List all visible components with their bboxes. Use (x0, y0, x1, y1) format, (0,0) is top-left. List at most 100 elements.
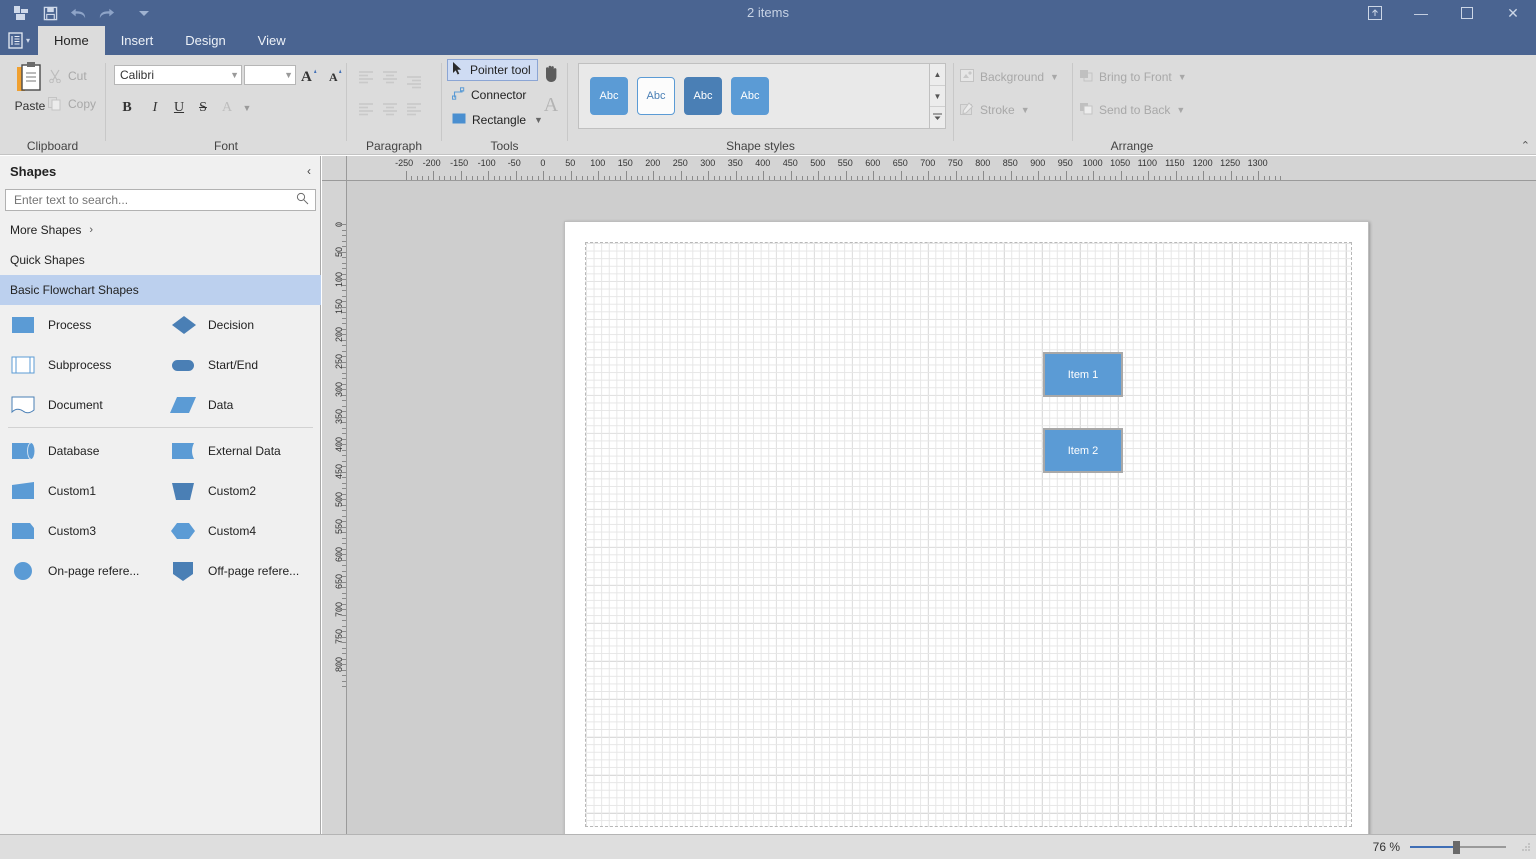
ruler-major-tick (337, 224, 346, 225)
stroke-chevron-down-icon[interactable]: ▼ (1021, 105, 1030, 115)
cut-button[interactable]: Cut (48, 69, 87, 83)
shape-style-swatch-3[interactable]: Abc (684, 77, 722, 115)
ruler-major-tick (598, 171, 599, 180)
zoom-slider[interactable] (1410, 840, 1506, 854)
customize-quick-access-icon[interactable] (130, 1, 158, 25)
align-bottom-button[interactable] (405, 101, 427, 121)
background-chevron-down-icon[interactable]: ▼ (1050, 72, 1059, 82)
close-button[interactable]: ✕ (1490, 0, 1536, 26)
pan-tool-button[interactable] (539, 60, 563, 86)
align-right-button[interactable] (405, 74, 427, 94)
diagram-shape[interactable]: Item 1 (1043, 352, 1123, 397)
align-middle-button[interactable] (381, 101, 403, 121)
resize-grip-icon[interactable] (1520, 841, 1532, 853)
bold-button[interactable]: B (116, 97, 138, 119)
shrink-font-button[interactable]: A (326, 65, 346, 85)
app-logo-icon[interactable] (8, 1, 36, 25)
tab-design[interactable]: Design (169, 26, 241, 55)
diagram-shape[interactable]: Item 2 (1043, 428, 1123, 473)
collapse-panel-icon[interactable]: ‹ (307, 164, 311, 178)
underline-button[interactable]: U (168, 97, 190, 119)
shape-item-external-data[interactable]: External Data (160, 431, 320, 471)
shape-item-custom3[interactable]: Custom3 (0, 511, 160, 551)
ruler-minor-tick (1076, 176, 1078, 180)
shape-item-custom1[interactable]: Custom1 (0, 471, 160, 511)
bring-to-front-button[interactable]: Bring to Front ▼ (1079, 69, 1187, 85)
diagram-page[interactable]: Item 1 Item 2 (564, 221, 1369, 834)
text-tool-button[interactable]: A (539, 92, 563, 118)
undo-icon[interactable] (64, 1, 92, 25)
ruler-minor-tick (342, 669, 346, 671)
shape-search-input[interactable] (12, 192, 296, 208)
stroke-button[interactable]: Stroke ▼ (960, 102, 1030, 118)
shape-item-on-page-reference[interactable]: On-page refere... (0, 551, 160, 591)
more-styles-icon[interactable] (930, 107, 945, 128)
scroll-down-icon[interactable]: ▼ (930, 86, 945, 108)
ruler-minor-tick (504, 176, 506, 180)
sidebar-item-quick-shapes[interactable]: Quick Shapes (0, 245, 321, 275)
ruler-major-tick (1203, 171, 1204, 180)
shape-item-decision[interactable]: Decision (160, 305, 320, 345)
search-icon[interactable] (296, 192, 309, 208)
align-top-button[interactable] (357, 101, 379, 121)
maximize-button[interactable] (1444, 0, 1490, 26)
tab-home[interactable]: Home (38, 26, 105, 55)
font-color-chevron-down-icon[interactable]: ▼ (236, 97, 258, 119)
shape-item-process[interactable]: Process (0, 305, 160, 345)
grow-font-button[interactable]: A (300, 65, 320, 85)
redo-icon[interactable] (92, 1, 120, 25)
italic-button[interactable]: I (144, 97, 166, 119)
minimize-button[interactable]: — (1398, 0, 1444, 26)
ruler-minor-tick (1274, 176, 1276, 180)
shape-item-custom4[interactable]: Custom4 (160, 511, 320, 551)
strikethrough-button[interactable]: S (192, 97, 214, 119)
font-name-input[interactable]: Calibri ▼ (114, 65, 242, 85)
connector-tool-button[interactable]: Connector (447, 84, 532, 106)
shape-styles-gallery[interactable]: Abc Abc Abc Abc (578, 63, 930, 129)
bring-to-front-chevron-down-icon[interactable]: ▼ (1178, 72, 1187, 82)
send-to-back-chevron-down-icon[interactable]: ▼ (1176, 105, 1185, 115)
shape-style-swatch-1[interactable]: Abc (590, 77, 628, 115)
ruler-minor-tick (342, 455, 346, 456)
tab-view[interactable]: View (242, 26, 302, 55)
paste-button[interactable]: Paste (8, 61, 52, 137)
send-to-back-button[interactable]: Send to Back ▼ (1079, 102, 1185, 118)
shape-item-start-end[interactable]: Start/End (160, 345, 320, 385)
ruler-major-tick (570, 171, 572, 180)
sidebar-item-more-shapes[interactable]: More Shapes › (0, 215, 321, 245)
scroll-up-icon[interactable]: ▲ (930, 64, 945, 86)
ruler-minor-tick (416, 176, 418, 180)
font-size-input[interactable]: ▼ (244, 65, 296, 85)
align-center-button[interactable] (381, 69, 403, 89)
copy-button[interactable]: Copy (48, 97, 96, 111)
ruler-minor-tick (411, 176, 412, 180)
shape-item-custom2[interactable]: Custom2 (160, 471, 320, 511)
save-icon[interactable] (36, 1, 64, 25)
shape-item-off-page-reference[interactable]: Off-page refere... (160, 551, 320, 591)
rectangle-tool-button[interactable]: Rectangle ▼ (447, 109, 549, 131)
bring-to-front-label: Bring to Front (1099, 70, 1172, 84)
shape-style-swatch-4[interactable]: Abc (731, 77, 769, 115)
shape-styles-scrollbar[interactable]: ▲ ▼ (930, 63, 946, 129)
ruler-major-tick (405, 171, 407, 180)
ribbon-display-options-icon[interactable] (1352, 0, 1398, 26)
ruler-minor-tick (961, 176, 962, 180)
collapse-ribbon-icon[interactable]: ⌃ (1521, 139, 1530, 152)
font-color-button[interactable]: A (216, 97, 238, 119)
shape-item-subprocess[interactable]: Subprocess (0, 345, 160, 385)
ruler-tick-label: 1000 (1082, 158, 1103, 168)
background-button[interactable]: Background ▼ (960, 69, 1059, 85)
shape-style-swatch-2[interactable]: Abc (637, 77, 675, 115)
shape-item-data[interactable]: Data (160, 385, 320, 425)
tab-insert[interactable]: Insert (105, 26, 170, 55)
canvas-viewport[interactable]: Item 1 Item 2 (348, 182, 1536, 834)
sidebar-item-basic-flowchart-shapes[interactable]: Basic Flowchart Shapes (0, 275, 321, 305)
application-menu-icon[interactable]: ▾ (0, 26, 38, 55)
ruler-minor-tick (499, 176, 500, 180)
shape-item-document[interactable]: Document (0, 385, 160, 425)
pointer-tool-button[interactable]: Pointer tool (447, 59, 538, 81)
shape-search-box[interactable] (5, 189, 316, 211)
shape-item-database[interactable]: Database (0, 431, 160, 471)
align-left-button[interactable] (357, 69, 379, 89)
zoom-slider-thumb[interactable] (1453, 841, 1460, 854)
